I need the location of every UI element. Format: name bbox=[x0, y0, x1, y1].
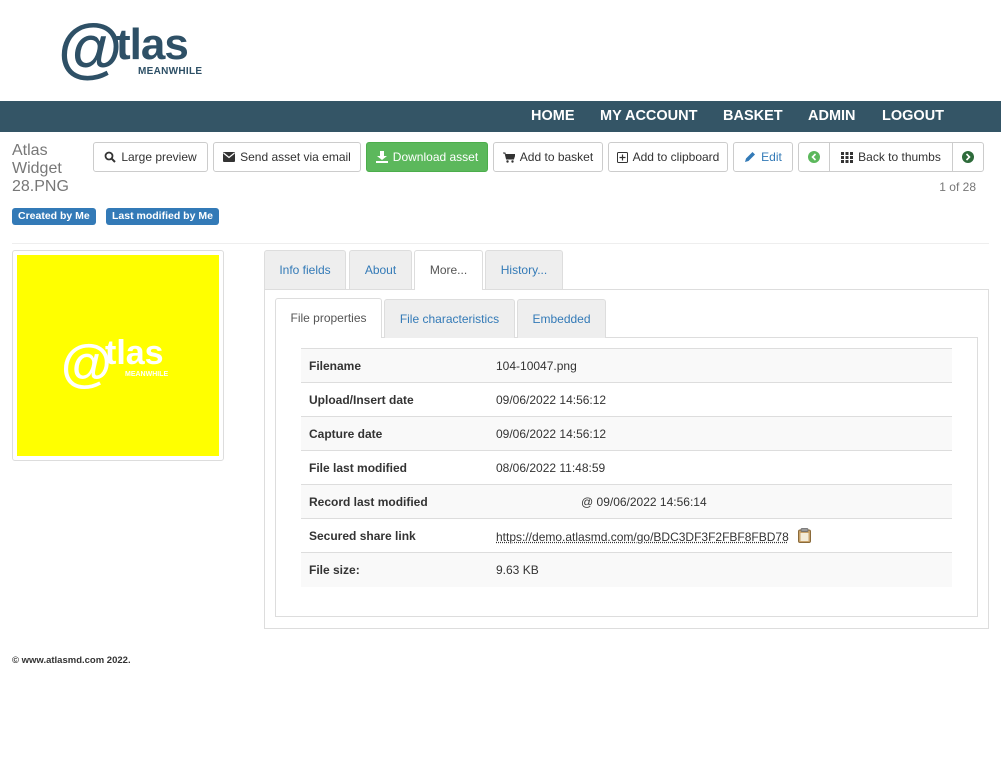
back-to-thumbs-button[interactable]: Back to thumbs bbox=[829, 142, 953, 172]
property-value: @ 09/06/2022 14:56:14 bbox=[496, 484, 952, 519]
nav-my-account[interactable]: MY ACCOUNT bbox=[600, 101, 697, 132]
property-label: Secured share link bbox=[301, 518, 496, 553]
footer-copyright: © www.atlasmd.com 2022. bbox=[12, 655, 131, 666]
table-row: Filename 104-10047.png bbox=[301, 348, 952, 383]
back-to-thumbs-label: Back to thumbs bbox=[858, 150, 941, 164]
pagination-count: 1 of 28 bbox=[939, 180, 976, 194]
edit-label: Edit bbox=[761, 150, 782, 164]
modified-by-badge: Last modified by Me bbox=[106, 208, 219, 225]
created-by-badge: Created by Me bbox=[12, 208, 96, 225]
next-asset-button[interactable] bbox=[952, 142, 984, 172]
record-last-modified-value: @ 09/06/2022 14:56:14 bbox=[581, 494, 707, 509]
edit-button[interactable]: Edit bbox=[733, 142, 793, 172]
property-value: https://demo.atlasmd.com/go/BDC3DF3F2FBF… bbox=[496, 518, 952, 553]
property-label: File size: bbox=[301, 552, 496, 587]
large-preview-label: Large preview bbox=[121, 150, 197, 164]
table-row: File size: 9.63 KB bbox=[301, 552, 952, 587]
tab-file-properties[interactable]: File properties bbox=[275, 298, 382, 338]
logo-at-sign: @ bbox=[58, 10, 122, 84]
arrow-left-circle-icon bbox=[808, 151, 820, 163]
property-value: 09/06/2022 14:56:12 bbox=[496, 416, 952, 451]
property-label: File last modified bbox=[301, 450, 496, 485]
asset-title-line: Atlas bbox=[12, 142, 48, 159]
asset-thumbnail[interactable]: @ tlas MEANWHILE bbox=[12, 250, 224, 461]
add-to-clipboard-button[interactable]: Add to clipboard bbox=[608, 142, 728, 172]
tab-about[interactable]: About bbox=[349, 250, 412, 289]
header: @ tlas MEANWHILE bbox=[0, 0, 1001, 101]
property-value: 08/06/2022 11:48:59 bbox=[496, 450, 952, 485]
table-row: Capture date 09/06/2022 14:56:12 bbox=[301, 416, 952, 451]
download-asset-button[interactable]: Download asset bbox=[366, 142, 488, 172]
download-icon bbox=[375, 151, 388, 163]
atlas-logo[interactable]: @ tlas MEANWHILE bbox=[58, 12, 208, 87]
main-navbar: HOME MY ACCOUNT BASKET ADMIN LOGOUT bbox=[0, 101, 1001, 132]
logo-wordmark: tlas bbox=[116, 20, 189, 69]
plus-square-icon bbox=[616, 151, 628, 163]
thumbnail-logo-sub: MEANWHILE bbox=[125, 371, 168, 378]
thumbnail-logo-at: @ bbox=[61, 335, 110, 393]
tab-info-fields[interactable]: Info fields bbox=[264, 250, 346, 289]
logo-subtitle: MEANWHILE bbox=[138, 66, 203, 77]
pencil-icon bbox=[745, 152, 756, 162]
nav-admin[interactable]: ADMIN bbox=[808, 101, 856, 132]
tab-embedded[interactable]: Embedded bbox=[517, 299, 606, 338]
section-divider bbox=[12, 243, 989, 244]
search-icon bbox=[104, 151, 117, 163]
tab-more[interactable]: More... bbox=[414, 250, 483, 290]
asset-title: Atlas Widget 28.PNG bbox=[12, 142, 84, 196]
property-value: 104-10047.png bbox=[496, 348, 952, 383]
cart-icon bbox=[502, 152, 515, 163]
asset-title-line: Widget bbox=[12, 160, 62, 177]
nav-basket[interactable]: BASKET bbox=[723, 101, 783, 132]
table-row: Record last modified @ 09/06/2022 14:56:… bbox=[301, 484, 952, 519]
property-value: 09/06/2022 14:56:12 bbox=[496, 382, 952, 417]
thumbnail-logo-tlas: tlas bbox=[105, 334, 164, 372]
arrow-right-circle-icon bbox=[962, 151, 974, 163]
send-email-button[interactable]: Send asset via email bbox=[213, 142, 361, 172]
add-to-basket-button[interactable]: Add to basket bbox=[493, 142, 603, 172]
secured-share-link[interactable]: https://demo.atlasmd.com/go/BDC3DF3F2FBF… bbox=[496, 530, 789, 544]
download-asset-label: Download asset bbox=[392, 150, 479, 164]
property-label: Capture date bbox=[301, 416, 496, 451]
property-value: 9.63 KB bbox=[496, 552, 952, 587]
send-email-label: Send asset via email bbox=[240, 150, 351, 164]
clipboard-icon[interactable] bbox=[798, 527, 812, 543]
add-to-clipboard-label: Add to clipboard bbox=[632, 150, 720, 164]
grid-icon bbox=[841, 151, 854, 163]
tab-history[interactable]: History... bbox=[485, 250, 563, 289]
property-label: Upload/Insert date bbox=[301, 382, 496, 417]
previous-asset-button[interactable] bbox=[798, 142, 830, 172]
file-properties-table: Filename 104-10047.png Upload/Insert dat… bbox=[301, 348, 952, 587]
thumbnail-image: @ tlas MEANWHILE bbox=[17, 255, 219, 456]
large-preview-button[interactable]: Large preview bbox=[93, 142, 208, 172]
envelope-icon bbox=[223, 152, 236, 162]
add-to-basket-label: Add to basket bbox=[519, 150, 594, 164]
table-row: Secured share link https://demo.atlasmd.… bbox=[301, 518, 952, 553]
nav-home[interactable]: HOME bbox=[531, 101, 575, 132]
nav-logout[interactable]: LOGOUT bbox=[882, 101, 944, 132]
table-row: Upload/Insert date 09/06/2022 14:56:12 bbox=[301, 382, 952, 417]
asset-title-line: 28.PNG bbox=[12, 178, 69, 195]
tab-file-characteristics[interactable]: File characteristics bbox=[384, 299, 515, 338]
thumbnail-logo: @ tlas MEANWHILE bbox=[61, 334, 168, 393]
table-row: File last modified 08/06/2022 11:48:59 bbox=[301, 450, 952, 485]
property-label: Filename bbox=[301, 348, 496, 383]
property-label: Record last modified bbox=[301, 484, 496, 519]
